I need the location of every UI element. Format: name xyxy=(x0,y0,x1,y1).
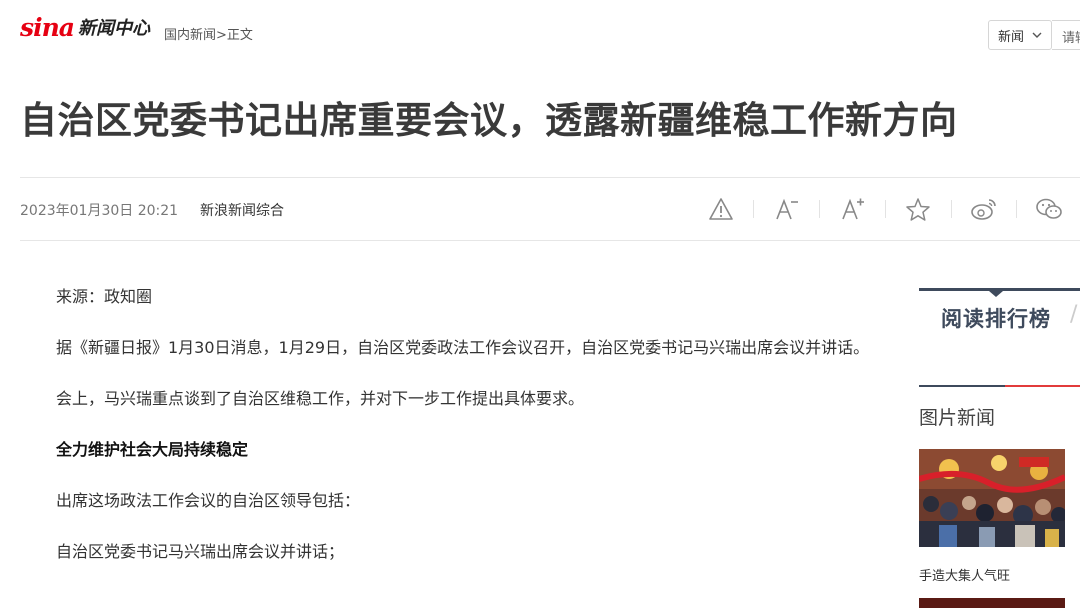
sina-logo-text: sina xyxy=(20,12,75,42)
meta-divider xyxy=(20,240,1080,241)
search-input[interactable]: 请输入关键词 xyxy=(1052,20,1080,50)
toolbar-divider xyxy=(951,200,952,218)
picture-news-heading: 图片新闻 xyxy=(919,407,996,429)
article-paragraph: 来源：政知圈 xyxy=(56,287,153,306)
chevron-down-icon xyxy=(1032,29,1042,42)
picture-news-caption[interactable]: 手造大集人气旺 xyxy=(919,565,1010,584)
toolbar-divider xyxy=(885,200,886,218)
article-source[interactable]: 新浪新闻综合 xyxy=(200,200,284,220)
article-paragraph: 会上，马兴瑞重点谈到了自治区维稳工作，并对下一步工作提出具体要求。 xyxy=(56,389,585,408)
news-center-label: 新闻中心 xyxy=(77,18,150,39)
font-increase-icon[interactable] xyxy=(837,194,869,224)
toolbar-divider xyxy=(1016,200,1017,218)
toolbar-divider xyxy=(753,200,754,218)
weibo-share-icon[interactable] xyxy=(968,194,1000,224)
picture-news-thumbnail[interactable] xyxy=(919,449,1065,547)
article-subheading: 全力维护社会大局持续稳定 xyxy=(56,440,249,459)
wechat-share-icon[interactable] xyxy=(1033,194,1065,224)
font-decrease-icon[interactable] xyxy=(771,194,803,224)
breadcrumb-section[interactable]: 国内新闻 xyxy=(164,28,216,43)
reading-rank-tab[interactable]: 阅读排行榜 xyxy=(941,303,1051,333)
article-paragraph: 据《新疆日报》1月30日消息，1月29日，自治区党委政法工作会议召开，自治区党委… xyxy=(56,338,870,357)
favorite-icon[interactable] xyxy=(902,194,934,224)
breadcrumb-separator: > xyxy=(216,28,227,43)
article-paragraph: 自治区党委书记马兴瑞出席会议并讲话； xyxy=(56,542,345,561)
sina-news-logo[interactable]: sina 新闻中心 xyxy=(20,10,150,44)
breadcrumb: 国内新闻>正文 xyxy=(164,24,253,43)
rank-underline xyxy=(919,385,1005,387)
rank-arrow-indicator xyxy=(989,291,1003,297)
rank-underline-red xyxy=(1005,385,1080,387)
report-icon[interactable] xyxy=(705,194,737,224)
title-divider xyxy=(20,177,1080,178)
channel-select-value: 新闻 xyxy=(997,29,1024,45)
channel-select[interactable]: 新闻 xyxy=(988,20,1052,50)
publish-date: 2023年01月30日 20:21 xyxy=(20,203,179,219)
page-title: 自治区党委书记出席重要会议，透露新疆维稳工作新方向 xyxy=(20,99,958,142)
picture-news-thumbnail-2[interactable] xyxy=(919,598,1065,608)
article-paragraph: 出席这场政法工作会议的自治区领导包括： xyxy=(56,491,361,510)
tab-separator: / xyxy=(1070,302,1078,327)
toolbar-divider xyxy=(819,200,820,218)
breadcrumb-current: 正文 xyxy=(226,28,253,43)
article-body: 来源：政知圈据《新疆日报》1月30日消息，1月29日，自治区党委政法工作会议召开… xyxy=(20,284,878,590)
